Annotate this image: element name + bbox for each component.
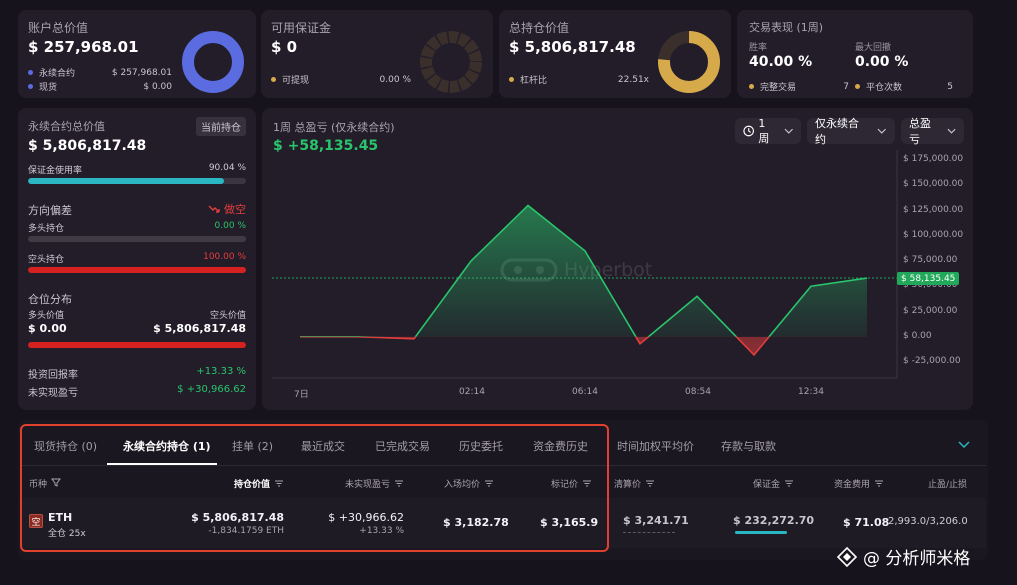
x-tick-label: 08:54: [685, 387, 711, 397]
column-header-5[interactable]: 清算价: [614, 477, 655, 490]
liq-price-cell: $ 3,241.71: [623, 514, 689, 527]
current-pnl-tag: $ 58,135.45: [897, 272, 960, 285]
y-tick-label: $ 125,000.00: [903, 204, 964, 215]
column-header-8[interactable]: 止盈/止损: [928, 477, 967, 490]
sort-icon[interactable]: [784, 480, 794, 487]
y-tick-label: $ 100,000.00: [903, 229, 964, 240]
y-tick-label: $ 175,000.00: [903, 154, 964, 164]
column-header-label: 清算价: [613, 480, 641, 490]
x-tick-label: 02:14: [459, 387, 485, 397]
pnl-area-positive: [300, 205, 867, 337]
margin-cell: $ 232,272.70: [733, 514, 815, 527]
y-tick-label: $ 25,000.00: [903, 305, 958, 316]
current-pnl-tag-text: $ 58,135.45: [901, 273, 956, 284]
column-header-7[interactable]: 资金费用: [834, 477, 884, 490]
x-tick-label: 12:34: [798, 387, 824, 397]
column-header-6[interactable]: 保证金: [753, 477, 794, 490]
x-tick-label: 7日: [294, 390, 309, 400]
y-tick-label: $ 75,000.00: [903, 255, 958, 265]
sort-icon[interactable]: [874, 480, 884, 487]
highlight-box: [20, 424, 609, 552]
tab-7[interactable]: 时间加权平均价: [617, 438, 694, 454]
tpsl-cell[interactable]: 2,993.0/3,206.0: [888, 516, 968, 527]
column-header-label: 资金费用: [833, 480, 870, 490]
footer-watermark: @ 分析师米格: [836, 544, 970, 569]
tab-8[interactable]: 存款与取款: [721, 438, 776, 454]
x-tick-label: 06:14: [572, 387, 598, 397]
column-header-label: 止盈/止损: [927, 480, 967, 490]
margin-cell-bar: [735, 531, 787, 534]
y-tick-label: $ -25,000.00: [903, 356, 961, 366]
y-tick-label: $ 0.00: [903, 330, 932, 341]
footer-watermark-text: @ 分析师米格: [863, 549, 971, 569]
sort-icon[interactable]: [645, 480, 655, 487]
liq-dotted-underline: [623, 532, 675, 533]
y-tick-label: $ 150,000.00: [903, 179, 964, 190]
funding-cell: $ 71.08: [843, 516, 890, 529]
diamond-logo-icon: [836, 546, 858, 567]
collapse-chevron-icon[interactable]: [958, 441, 970, 449]
column-header-label: 保证金: [752, 480, 780, 490]
